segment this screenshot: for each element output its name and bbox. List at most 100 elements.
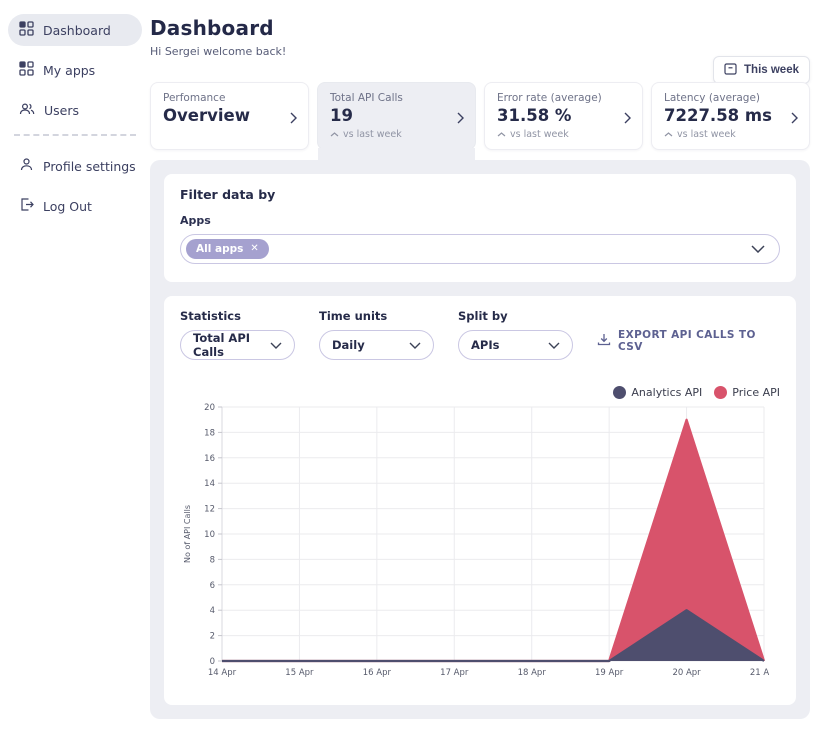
statistics-label: Statistics — [180, 309, 241, 323]
chevron-right-icon — [624, 109, 631, 128]
svg-text:20: 20 — [204, 403, 215, 413]
sidebar-item-label: My apps — [43, 62, 96, 78]
this-week-button[interactable]: This week — [713, 56, 810, 84]
chart-legend: Analytics API Price API — [180, 386, 780, 399]
legend-dot — [714, 386, 728, 399]
download-icon — [597, 333, 611, 349]
filter-title: Filter data by — [180, 187, 276, 202]
svg-text:12: 12 — [204, 505, 215, 515]
apps-multiselect[interactable]: All apps ✕ — [180, 234, 780, 264]
users-icon — [19, 101, 35, 119]
caret-up-icon — [497, 129, 506, 140]
sidebar-item-dashboard[interactable]: Dashboard — [8, 14, 142, 46]
person-icon — [19, 157, 34, 175]
stat-card-value: 31.58 % — [497, 106, 572, 125]
svg-text:14 Apr: 14 Apr — [208, 668, 237, 678]
sidebar-item-label: Profile settings — [43, 158, 136, 174]
chart-controls: Statistics Total API Calls Time units Da… — [180, 309, 780, 360]
split-by-select[interactable]: APIs — [458, 330, 573, 360]
legend-dot — [613, 386, 627, 399]
select-value: Total API Calls — [193, 331, 251, 359]
svg-text:17 Apr: 17 Apr — [440, 668, 469, 678]
calendar-icon — [724, 62, 737, 78]
main-content: Dashboard Hi Sergei welcome back! This w… — [150, 0, 824, 746]
svg-text:21 Apr: 21 Apr — [750, 668, 770, 678]
svg-text:2: 2 — [210, 632, 215, 642]
sidebar-item-users[interactable]: Users — [8, 94, 142, 126]
api-calls-chart: 0 2 4 6 8 10 12 14 16 18 20 14 Apr 15 Apr 16 Apr 17 Ap… — [183, 403, 779, 678]
trend-label: vs last week — [343, 129, 402, 140]
svg-text:6: 6 — [210, 581, 215, 591]
svg-text:16 Apr: 16 Apr — [363, 668, 392, 678]
time-units-control: Time units Daily — [319, 309, 434, 360]
stat-card-label: Perfomance — [163, 92, 226, 104]
sidebar-item-label: Log Out — [43, 198, 92, 214]
chart-area: 0 2 4 6 8 10 12 14 16 18 20 14 Apr 15 Apr 16 Apr 17 Ap… — [180, 401, 780, 687]
sidebar-item-log-out[interactable]: Log Out — [8, 190, 142, 222]
dashboard-panel: Filter data by Apps All apps ✕ Statistic… — [150, 160, 810, 719]
chevron-down-icon — [548, 338, 560, 352]
chevron-down-icon — [409, 338, 421, 352]
stat-card-value: 19 — [330, 106, 353, 125]
statistics-card: Statistics Total API Calls Time units Da… — [164, 296, 796, 705]
stat-card-total-api-calls[interactable]: Total API Calls 19 vs last week — [317, 82, 476, 160]
trend-label: vs last week — [677, 129, 736, 140]
sidebar-divider — [14, 134, 136, 136]
legend-item-analytics-api[interactable]: Analytics API — [613, 386, 702, 399]
grid-icon — [19, 61, 34, 79]
stat-card-label: Total API Calls — [330, 92, 403, 104]
close-icon[interactable]: ✕ — [250, 244, 258, 254]
sidebar-item-label: Users — [44, 102, 80, 118]
stat-card-performance[interactable]: Perfomance Overview — [150, 82, 309, 150]
sidebar-item-my-apps[interactable]: My apps — [8, 54, 142, 86]
stat-card-value: 7227.58 ms — [664, 106, 772, 125]
stat-cards-row: Perfomance Overview Total API Calls 19 v… — [150, 82, 810, 160]
export-csv-link[interactable]: EXPORT API CALLS TO CSV — [597, 329, 780, 360]
chip-label: All apps — [196, 243, 244, 255]
svg-text:10: 10 — [204, 530, 215, 540]
caret-up-icon — [664, 129, 673, 140]
all-apps-chip[interactable]: All apps ✕ — [186, 239, 269, 259]
grid-icon — [19, 21, 34, 39]
statistics-control: Statistics Total API Calls — [180, 309, 295, 360]
split-by-label: Split by — [458, 309, 508, 323]
chevron-down-icon — [270, 338, 282, 352]
logout-icon — [19, 197, 34, 215]
stat-card-value: Overview — [163, 106, 250, 125]
stat-card-latency[interactable]: Latency (average) 7227.58 ms vs last wee… — [651, 82, 810, 150]
chevron-right-icon — [457, 109, 464, 128]
chevron-down-icon — [751, 245, 765, 253]
export-csv-label: EXPORT API CALLS TO CSV — [618, 329, 756, 353]
stat-card-error-rate[interactable]: Error rate (average) 31.58 % vs last wee… — [484, 82, 643, 150]
svg-text:18 Apr: 18 Apr — [518, 668, 547, 678]
stat-card-label: Error rate (average) — [497, 92, 602, 104]
svg-text:No of API Calls: No of API Calls — [183, 505, 192, 563]
select-value: APIs — [471, 338, 500, 352]
page-title: Dashboard — [150, 16, 274, 40]
stat-card-trend: vs last week — [664, 129, 797, 140]
stat-card-trend: vs last week — [330, 129, 463, 140]
time-units-select[interactable]: Daily — [319, 330, 434, 360]
sidebar: Dashboard My apps Users Profile settings — [0, 0, 150, 746]
svg-text:4: 4 — [210, 606, 215, 616]
legend-label: Analytics API — [631, 386, 703, 399]
sidebar-item-label: Dashboard — [43, 22, 111, 38]
svg-text:15 Apr: 15 Apr — [285, 668, 314, 678]
svg-text:20 Apr: 20 Apr — [672, 668, 701, 678]
svg-text:19 Apr: 19 Apr — [595, 668, 624, 678]
legend-item-price-api[interactable]: Price API — [714, 386, 780, 399]
stat-card-trend: vs last week — [497, 129, 630, 140]
statistics-select[interactable]: Total API Calls — [180, 330, 295, 360]
chevron-right-icon — [290, 109, 297, 128]
svg-text:16: 16 — [204, 454, 215, 464]
svg-text:18: 18 — [204, 428, 215, 438]
sidebar-item-profile-settings[interactable]: Profile settings — [8, 150, 142, 182]
caret-up-icon — [330, 129, 339, 140]
legend-label: Price API — [732, 386, 780, 399]
trend-label: vs last week — [510, 129, 569, 140]
apps-filter-label: Apps — [180, 214, 211, 227]
greeting-text: Hi Sergei welcome back! — [150, 45, 287, 58]
this-week-label: This week — [744, 64, 799, 76]
select-value: Daily — [332, 338, 365, 352]
filter-card: Filter data by Apps All apps ✕ — [164, 174, 796, 282]
